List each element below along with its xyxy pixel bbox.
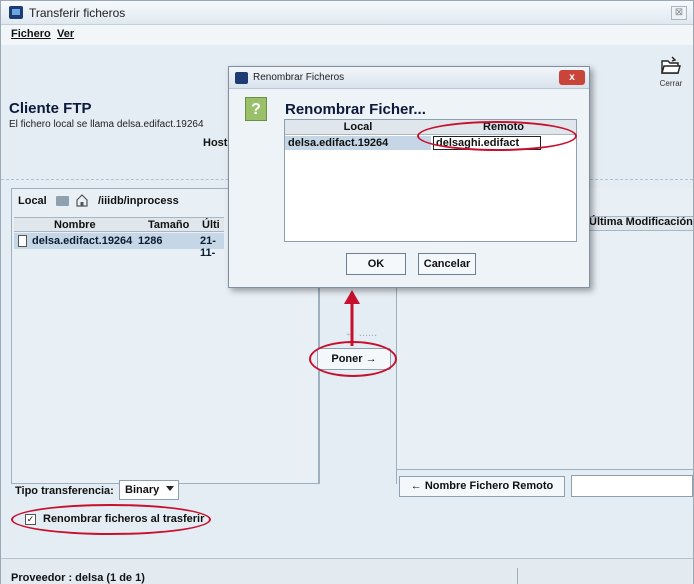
- annotation-circle-remote: [417, 121, 577, 151]
- cerrar-button[interactable]: Cerrar: [653, 53, 689, 93]
- dialog-title-bar: Renombrar Ficheros x: [229, 67, 589, 89]
- cell-nombre: delsa.edifact.19264: [32, 235, 133, 247]
- annotation-circle-rename: [11, 504, 211, 535]
- annotation-circle-poner: [309, 341, 397, 377]
- cell-local[interactable]: delsa.edifact.19264: [285, 136, 431, 150]
- file-icon: [18, 235, 27, 247]
- status-divider: [517, 568, 687, 584]
- question-icon: ?: [245, 97, 267, 121]
- column-ultima-modificacion[interactable]: Última Modificación: [589, 216, 693, 228]
- local-path: /iiidb/inprocess: [98, 195, 179, 207]
- remote-filename-input[interactable]: [571, 475, 693, 497]
- chevron-down-icon: [166, 486, 174, 491]
- rename-dialog: Renombrar Ficheros x ? Renombrar Ficher.…: [228, 66, 590, 288]
- cerrar-label: Cerrar: [659, 79, 683, 88]
- app-icon: [9, 6, 23, 19]
- tipo-value: Binary: [125, 484, 160, 496]
- menu-bar: Fichero Ver: [1, 25, 693, 45]
- window-title: Transferir ficheros: [29, 6, 126, 20]
- dialog-title: Renombrar Ficheros: [253, 72, 345, 83]
- cell-tamano: 1286: [138, 235, 163, 247]
- local-table-header: Nombre Tamaño Últi: [14, 217, 224, 232]
- app-icon: [235, 72, 248, 84]
- menu-ver[interactable]: Ver: [57, 28, 74, 40]
- menu-fichero[interactable]: Fichero: [11, 28, 51, 40]
- nombre-fichero-remoto-button[interactable]: ← Nombre Fichero Remoto: [399, 476, 565, 497]
- annotation-arrow: [344, 290, 360, 346]
- dialog-heading: Renombrar Ficher...: [285, 101, 426, 118]
- cell-ultima: 21-11-: [200, 235, 216, 259]
- column-ultima[interactable]: Últi: [202, 219, 220, 231]
- column-tamano[interactable]: Tamaño: [148, 219, 189, 231]
- table-row[interactable]: delsa.edifact.19264 1286 21-11-: [14, 233, 224, 259]
- host-label: Host: [203, 137, 228, 149]
- ok-button[interactable]: OK: [346, 253, 406, 275]
- column-nombre[interactable]: Nombre: [54, 219, 96, 231]
- home-icon[interactable]: [76, 193, 88, 207]
- title-bar: Transferir ficheros ⊠: [1, 1, 693, 25]
- dialog-close-icon[interactable]: x: [559, 70, 585, 85]
- cancel-button[interactable]: Cancelar: [418, 253, 476, 275]
- column-local[interactable]: Local: [285, 121, 431, 133]
- folder-icon[interactable]: [56, 196, 69, 206]
- local-label: Local: [18, 195, 47, 207]
- client-title: Cliente FTP: [9, 100, 92, 117]
- status-text: Proveedor : delsa (1 de 1): [11, 572, 145, 584]
- window-close-icon[interactable]: ⊠: [671, 6, 687, 20]
- tipo-transferencia-select[interactable]: Binary: [119, 480, 179, 500]
- tipo-transferencia-label: Tipo transferencia:: [15, 485, 114, 497]
- open-folder-icon: [661, 56, 681, 74]
- client-description: El fichero local se llama delsa.edifact.…: [9, 119, 204, 130]
